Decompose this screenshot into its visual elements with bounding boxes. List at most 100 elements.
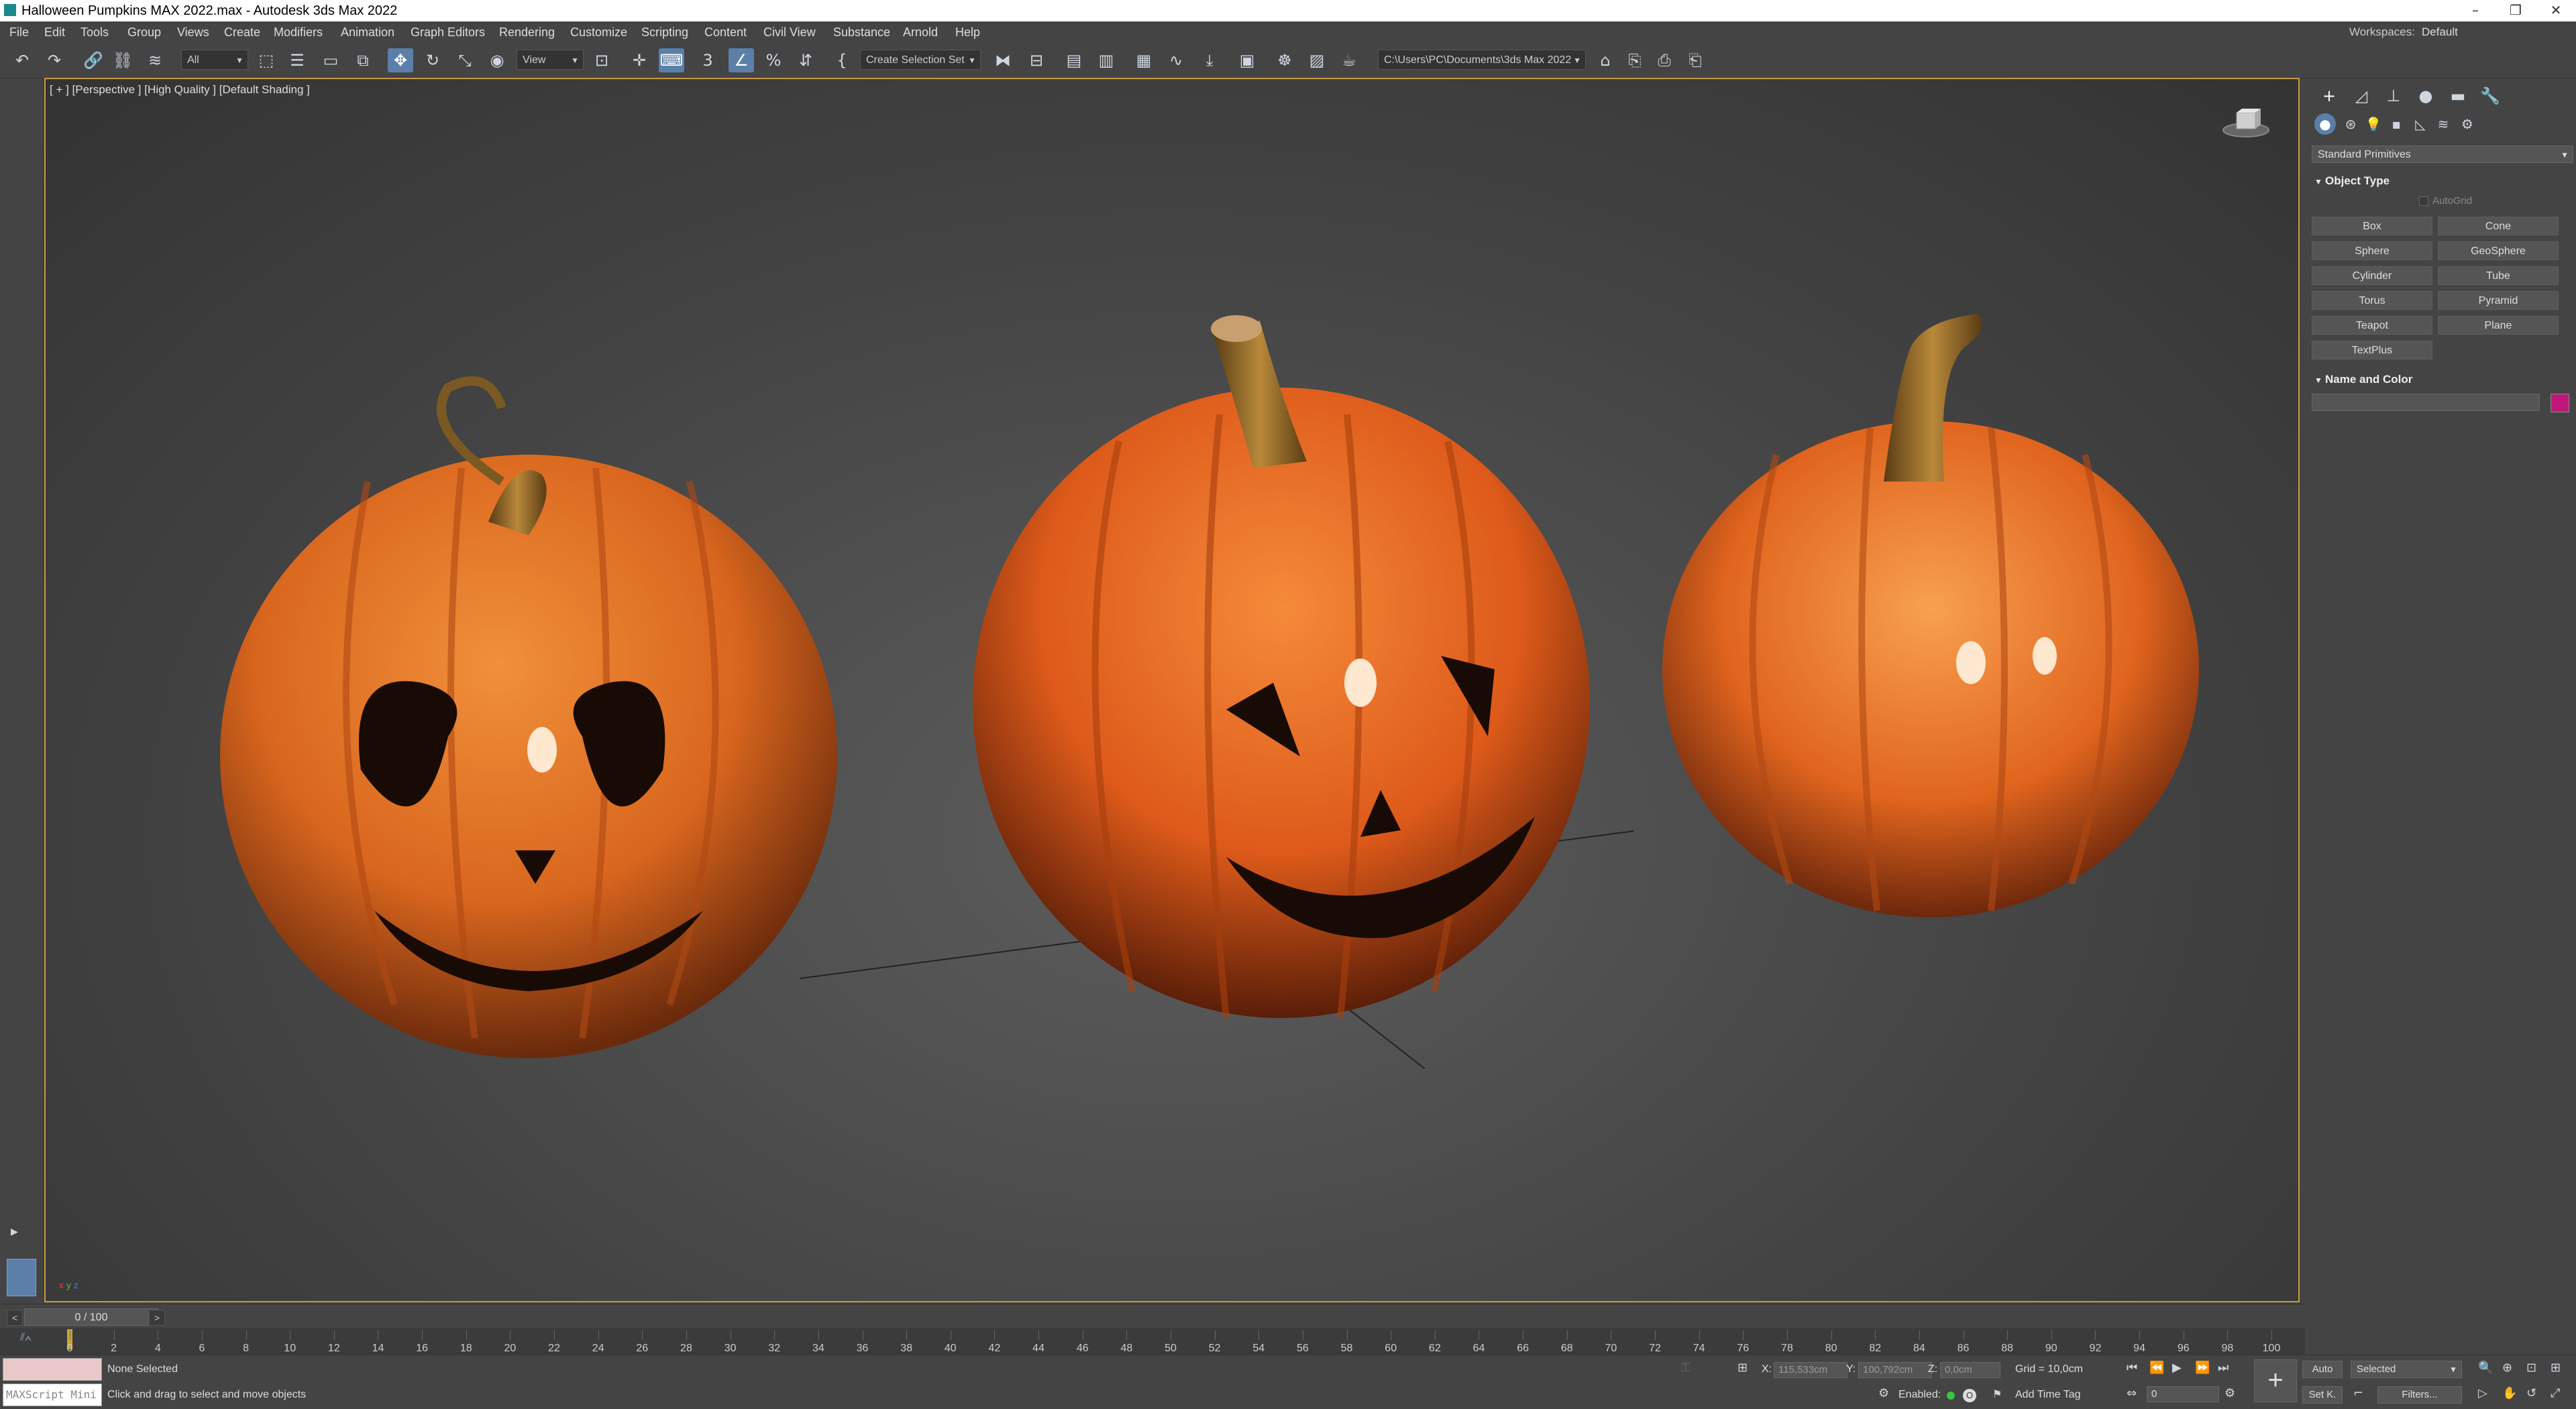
left-pumpkin[interactable] [220,376,837,1058]
pivot-center-icon[interactable]: ⊡ [589,48,614,72]
track-bar[interactable]: ⫽∧ 0 2 4 6 8 10 12 14 16 18 20 22 24 26 28 30 32 34 36 38 40… [0,1328,2305,1355]
workspaces-selector[interactable]: Workspaces: Default [2349,25,2522,39]
time-slider-handle[interactable]: 0 / 100 [24,1308,158,1326]
x-coordinate-field[interactable]: 115,533cm [1774,1362,1847,1378]
curve-editor-icon[interactable]: ∿ [1163,48,1189,72]
zoom-extents-icon[interactable]: ⊡ [2526,1361,2536,1375]
autogrid-checkbox[interactable]: AutoGrid [2419,195,2472,207]
project-path-dropdown[interactable]: C:\Users\PC\Documents\3ds Max 2022 ▼ [1378,50,1586,70]
orbit-icon[interactable]: ↺ [2526,1386,2536,1400]
layer-explorer-icon[interactable]: ▥ [1093,48,1119,72]
restore-button[interactable]: ❐ [2496,0,2536,21]
mirror-icon[interactable]: ⧓ [990,48,1016,72]
close-button[interactable]: ✕ [2536,0,2576,21]
rendered-frame-window-icon[interactable]: ▨ [1304,48,1330,72]
y-coordinate-field[interactable]: 100,792cm [1858,1362,1932,1378]
textplus-button[interactable]: TextPlus [2312,341,2432,359]
menu-customize[interactable]: Customize [570,25,627,40]
minimize-button[interactable]: – [2455,0,2496,21]
object-type-header[interactable]: ▼ Object Type [2312,171,2573,191]
project-folder-icon[interactable]: ⌂ [1593,48,1618,72]
rectangular-selection-icon[interactable]: ▭ [318,48,343,72]
named-selection-dropdown[interactable]: Create Selection Set ▼ [860,50,981,70]
lights-category-icon[interactable]: 💡 [2363,113,2384,135]
menu-help[interactable]: Help [955,25,980,40]
select-and-scale-icon[interactable]: ⤡ [452,48,478,72]
go-to-end-icon[interactable]: ⏭ [2218,1361,2229,1375]
menu-arnold[interactable]: Arnold [903,25,938,40]
box-button[interactable]: Box [2312,217,2432,235]
unlink-icon[interactable]: ⛓ [110,48,136,72]
zoom-icon[interactable]: 🔍 [2478,1361,2493,1375]
add-time-tag-button[interactable]: Add Time Tag [2015,1389,2081,1401]
angle-snap-icon[interactable]: ∠ [729,48,754,72]
folder-open-icon[interactable]: ⎘ [1622,48,1648,72]
cone-button[interactable]: Cone [2438,217,2559,235]
select-object-icon[interactable]: ⬚ [254,48,279,72]
menu-group[interactable]: Group [127,25,161,40]
field-of-view-icon[interactable]: ▷ [2478,1386,2487,1400]
menu-substance[interactable]: Substance [833,25,890,40]
link-icon[interactable]: 🔗 [80,48,106,72]
render-setup-icon[interactable]: ☸ [1272,48,1297,72]
time-slider-prev-button[interactable]: < [7,1310,23,1326]
cameras-category-icon[interactable]: ▪ [2385,113,2407,135]
snaps-toggle-icon[interactable]: 3 [695,48,720,72]
zoom-extents-all-icon[interactable]: ⊞ [2551,1361,2561,1375]
motion-tab-icon[interactable]: ● [2412,84,2439,108]
bind-space-warp-icon[interactable]: ≋ [142,48,168,72]
geosphere-button[interactable]: GeoSphere [2438,241,2559,260]
plane-button[interactable]: Plane [2438,316,2559,335]
viewport-layout-tab[interactable] [7,1259,36,1296]
z-coordinate-field[interactable]: 0,0cm [1940,1362,2000,1378]
menu-modifiers[interactable]: Modifiers [274,25,323,40]
select-and-rotate-icon[interactable]: ↻ [420,48,445,72]
zoom-all-icon[interactable]: ⊕ [2502,1361,2512,1375]
middle-pumpkin[interactable] [973,315,1590,1019]
current-frame-field[interactable]: 0 [2147,1386,2219,1402]
tube-button[interactable]: Tube [2438,266,2559,285]
right-pumpkin[interactable] [1662,314,2199,917]
pan-view-icon[interactable]: ✋ [2502,1386,2517,1400]
hierarchy-tab-icon[interactable]: ⊥ [2380,84,2407,108]
adaptive-degradation-icon[interactable]: ⚙ [1878,1386,1889,1400]
selection-filter-dropdown[interactable]: All ▼ [181,50,248,70]
expand-arrow-icon[interactable]: ▶ [11,1227,18,1237]
maxscript-output[interactable] [3,1358,102,1381]
create-tab-icon[interactable]: + [2316,84,2343,108]
object-name-field[interactable] [2312,394,2540,411]
keyboard-shortcut-override-icon[interactable]: ⌨ [659,48,684,72]
isolate-toggle-icon[interactable]: O [1963,1389,1976,1402]
menu-tools[interactable]: Tools [80,25,109,40]
play-icon[interactable]: ▶ [2172,1361,2182,1375]
shapes-category-icon[interactable]: ⊛ [2340,113,2361,135]
edit-named-selection-icon[interactable]: { [829,48,855,72]
menu-civil-view[interactable]: Civil View [763,25,816,40]
menu-graph-editors[interactable]: Graph Editors [411,25,485,40]
auto-key-button[interactable]: Auto [2302,1361,2343,1378]
spinner-snap-icon[interactable]: ⇵ [793,48,818,72]
object-color-swatch[interactable] [2551,394,2569,412]
menu-views[interactable]: Views [177,25,209,40]
menu-file[interactable]: File [9,25,29,40]
lock-selection-icon[interactable]: ⚿ [1681,1361,1690,1375]
previous-frame-icon[interactable]: ⏪ [2149,1361,2164,1375]
display-tab-icon[interactable]: ▬ [2445,84,2471,108]
helpers-category-icon[interactable]: ◺ [2410,113,2431,135]
set-key-button[interactable]: Set K. [2302,1386,2343,1404]
time-configuration-icon[interactable]: ⚙ [2224,1386,2235,1400]
space-warps-category-icon[interactable]: ≋ [2432,113,2454,135]
select-and-move-icon[interactable]: ✥ [388,48,413,72]
folder-new-icon[interactable]: ⎙ [1652,48,1677,72]
systems-category-icon[interactable]: ⚙ [2457,113,2478,135]
primitive-type-dropdown[interactable]: Standard Primitives ▼ [2312,146,2573,163]
time-slider-next-button[interactable]: > [149,1310,165,1326]
next-frame-icon[interactable]: ⏩ [2195,1361,2210,1375]
folder-save-icon[interactable]: ⎗ [1682,48,1708,72]
name-and-color-header[interactable]: ▼ Name and Color [2312,370,2573,390]
toggle-ribbon-icon[interactable]: ▦ [1131,48,1157,72]
perspective-viewport[interactable]: [ + ] [Perspective ] [High Quality ] [De… [44,78,2300,1302]
window-crossing-icon[interactable]: ⧉ [350,48,376,72]
teapot-button[interactable]: Teapot [2312,316,2432,335]
scene-explorer-icon[interactable]: ▤ [1061,48,1087,72]
